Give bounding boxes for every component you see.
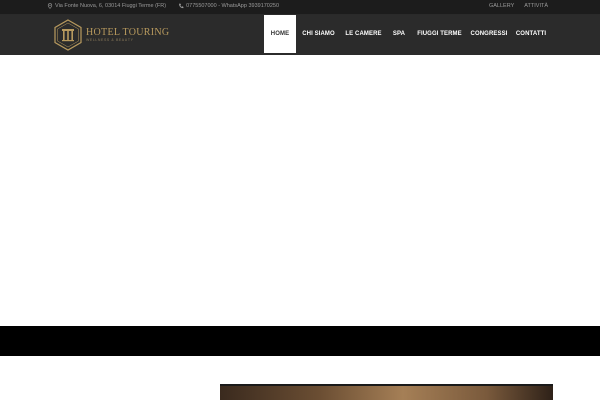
main-nav: HOME CHI SIAMO LE CAMERE SPA FIUGGI TERM… [264,15,551,53]
top-links: GALLERY ATTIVITÀ [489,3,548,9]
phone-icon [179,3,184,9]
nav-home[interactable]: HOME [264,15,296,53]
nav-spa[interactable]: SPA [386,15,412,53]
hotel-crest-icon [54,19,82,51]
nav-chi-siamo[interactable]: CHI SIAMO [296,15,341,53]
nav-le-camere[interactable]: LE CAMERE [341,15,386,53]
room-photo [220,384,553,400]
gallery-link[interactable]: GALLERY [489,3,514,9]
black-band [0,326,600,356]
hotel-name: HOTEL TOURING [86,27,170,38]
hero-slider-area [0,55,600,326]
map-pin-icon [47,3,53,9]
nav-congressi[interactable]: CONGRESSI [467,15,511,53]
nav-fiuggi-terme[interactable]: FIUGGI TERME [412,15,467,53]
nav-contatti[interactable]: CONTATTI [511,15,551,53]
phone-link[interactable]: 0775507000 - WhatsApp 3939170250 [186,3,279,9]
attivita-link[interactable]: ATTIVITÀ [524,3,548,9]
address-text: Via Fonte Nuova, 6, 03014 Fiuggi Terme (… [55,3,167,9]
contact-info: Via Fonte Nuova, 6, 03014 Fiuggi Terme (… [47,3,279,9]
hotel-tagline: WELLNESS & BEAUTY [86,38,134,42]
main-header: HOTEL TOURING WELLNESS & BEAUTY HOME CHI… [0,15,600,55]
hotel-logo[interactable]: HOTEL TOURING WELLNESS & BEAUTY [54,19,169,51]
top-info-bar: Via Fonte Nuova, 6, 03014 Fiuggi Terme (… [0,0,600,15]
